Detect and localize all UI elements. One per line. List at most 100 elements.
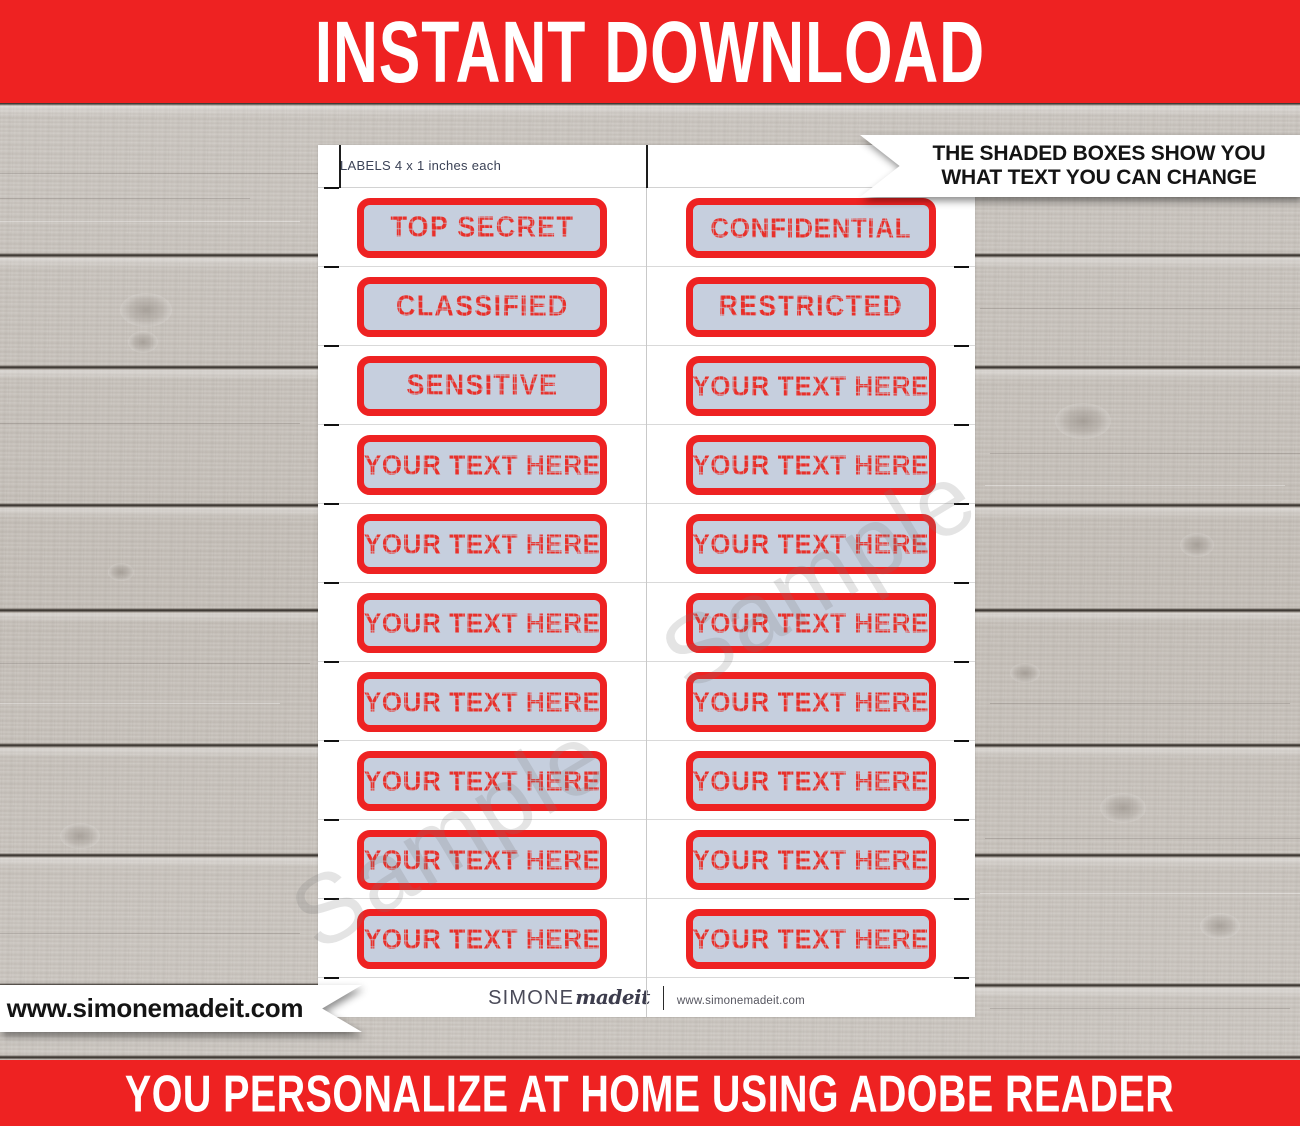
printable-label[interactable]: YOUR TEXT HERE xyxy=(685,671,936,732)
label-cell: YOUR TEXT HERE xyxy=(647,346,976,425)
callout-text: THE SHADED BOXES SHOW YOU WHAT TEXT YOU … xyxy=(860,135,1300,197)
printable-label[interactable]: YOUR TEXT HERE xyxy=(357,750,608,811)
label-cell: RESTRICTED xyxy=(647,267,976,346)
printable-label[interactable]: RESTRICTED xyxy=(685,276,936,337)
label-text: YOUR TEXT HERE xyxy=(692,606,930,639)
label-cell: SENSITIVE xyxy=(318,346,647,425)
cut-mark xyxy=(324,187,339,189)
label-text: YOUR TEXT HERE xyxy=(363,606,601,639)
cut-mark xyxy=(324,661,339,663)
cut-mark xyxy=(954,503,969,505)
printable-label[interactable]: SENSITIVE xyxy=(357,355,608,416)
cut-mark xyxy=(954,266,969,268)
cut-mark xyxy=(954,582,969,584)
brand-name-primary: SIMONE xyxy=(488,987,575,1009)
cut-mark xyxy=(324,819,339,821)
label-cell: YOUR TEXT HERE xyxy=(647,820,976,899)
printable-label[interactable]: YOUR TEXT HERE xyxy=(685,513,936,574)
label-text: YOUR TEXT HERE xyxy=(363,764,601,797)
callout-line-2: WHAT TEXT YOU CAN CHANGE xyxy=(941,166,1257,189)
personalize-banner: YOU PERSONALIZE AT HOME USING ADOBE READ… xyxy=(0,1060,1300,1126)
label-text: YOUR TEXT HERE xyxy=(363,448,601,481)
printable-label[interactable]: YOUR TEXT HERE xyxy=(685,434,936,495)
label-cell: YOUR TEXT HERE xyxy=(647,583,976,662)
callout-line-1: THE SHADED BOXES SHOW YOU xyxy=(932,141,1266,165)
printable-label[interactable]: YOUR TEXT HERE xyxy=(685,908,936,969)
label-text: YOUR TEXT HERE xyxy=(692,448,930,481)
label-text: YOUR TEXT HERE xyxy=(363,527,601,560)
instant-download-text: INSTANT DOWNLOAD xyxy=(314,2,986,101)
label-cell: CLASSIFIED xyxy=(318,267,647,346)
cut-mark xyxy=(324,740,339,742)
label-cell: YOUR TEXT HERE xyxy=(318,741,647,820)
label-text: RESTRICTED xyxy=(718,290,903,322)
printable-label[interactable]: YOUR TEXT HERE xyxy=(685,355,936,416)
label-cell: YOUR TEXT HERE xyxy=(647,425,976,504)
printable-label[interactable]: CLASSIFIED xyxy=(357,276,608,337)
label-cell: YOUR TEXT HERE xyxy=(647,741,976,820)
printable-label[interactable]: YOUR TEXT HERE xyxy=(357,908,608,969)
website-url-text: www.simonemadeit.com xyxy=(6,993,304,1023)
cut-mark xyxy=(324,503,339,505)
printable-label[interactable]: YOUR TEXT HERE xyxy=(357,513,608,574)
printable-label[interactable]: YOUR TEXT HERE xyxy=(685,592,936,653)
label-text: YOUR TEXT HERE xyxy=(692,527,930,560)
printable-label[interactable]: YOUR TEXT HERE xyxy=(685,829,936,890)
printable-label[interactable]: YOUR TEXT HERE xyxy=(357,829,608,890)
label-cell: YOUR TEXT HERE xyxy=(318,820,647,899)
label-cell: TOP SECRET xyxy=(318,188,647,267)
label-cell: YOUR TEXT HERE xyxy=(647,662,976,741)
printable-label[interactable]: YOUR TEXT HERE xyxy=(357,592,608,653)
printable-label[interactable]: YOUR TEXT HERE xyxy=(357,671,608,732)
label-text: YOUR TEXT HERE xyxy=(692,764,930,797)
label-cell: YOUR TEXT HERE xyxy=(318,583,647,662)
cut-mark xyxy=(324,345,339,347)
printable-label[interactable]: YOUR TEXT HERE xyxy=(685,750,936,811)
label-text: YOUR TEXT HERE xyxy=(692,685,930,718)
cut-mark xyxy=(954,661,969,663)
personalize-text: YOU PERSONALIZE AT HOME USING ADOBE READ… xyxy=(125,1063,1175,1123)
sheet-left-rule xyxy=(339,145,341,188)
brand-name-script: madeit xyxy=(575,985,650,1009)
printable-label[interactable]: CONFIDENTIAL xyxy=(685,197,936,258)
label-cell: YOUR TEXT HERE xyxy=(318,662,647,741)
column-divider-top-mark xyxy=(646,145,648,188)
label-text: YOUR TEXT HERE xyxy=(692,843,930,876)
cut-mark xyxy=(324,424,339,426)
label-cell: YOUR TEXT HERE xyxy=(318,425,647,504)
cut-mark xyxy=(324,898,339,900)
cut-mark xyxy=(324,977,339,979)
website-url-banner: www.simonemadeit.com xyxy=(0,985,362,1032)
cut-mark xyxy=(324,266,339,268)
poster-page: LABELS 4 x 1 inches each TOP SECRET CONFI… xyxy=(0,0,1300,1126)
column-divider xyxy=(646,145,647,1017)
cut-mark xyxy=(954,740,969,742)
label-text: YOUR TEXT HERE xyxy=(363,685,601,718)
label-text: CLASSIFIED xyxy=(395,290,569,322)
label-text: YOUR TEXT HERE xyxy=(363,843,601,876)
sheet-header-label: LABELS 4 x 1 inches each xyxy=(340,158,502,173)
label-text: YOUR TEXT HERE xyxy=(692,369,930,402)
shaded-boxes-callout: THE SHADED BOXES SHOW YOU WHAT TEXT YOU … xyxy=(860,135,1300,197)
cut-mark xyxy=(954,424,969,426)
printable-label[interactable]: TOP SECRET xyxy=(357,197,608,258)
printable-label-sheet: LABELS 4 x 1 inches each TOP SECRET CONFI… xyxy=(318,145,975,1017)
label-cell: CONFIDENTIAL xyxy=(647,188,976,267)
cut-mark xyxy=(954,345,969,347)
label-cell: YOUR TEXT HERE xyxy=(318,899,647,978)
label-cell: YOUR TEXT HERE xyxy=(318,504,647,583)
label-text: CONFIDENTIAL xyxy=(710,211,912,244)
label-cell: YOUR TEXT HERE xyxy=(647,504,976,583)
brand-website-url: www.simonemadeit.com xyxy=(676,995,805,1007)
label-cell: YOUR TEXT HERE xyxy=(647,899,976,978)
label-text: YOUR TEXT HERE xyxy=(363,922,601,955)
brand-divider xyxy=(662,985,664,1010)
printable-label[interactable]: YOUR TEXT HERE xyxy=(357,434,608,495)
cut-mark xyxy=(954,898,969,900)
label-text: YOUR TEXT HERE xyxy=(692,922,930,955)
label-text: SENSITIVE xyxy=(406,369,559,401)
instant-download-banner: INSTANT DOWNLOAD xyxy=(0,0,1300,103)
cut-mark xyxy=(324,582,339,584)
cut-mark xyxy=(954,819,969,821)
cut-mark xyxy=(954,977,969,979)
